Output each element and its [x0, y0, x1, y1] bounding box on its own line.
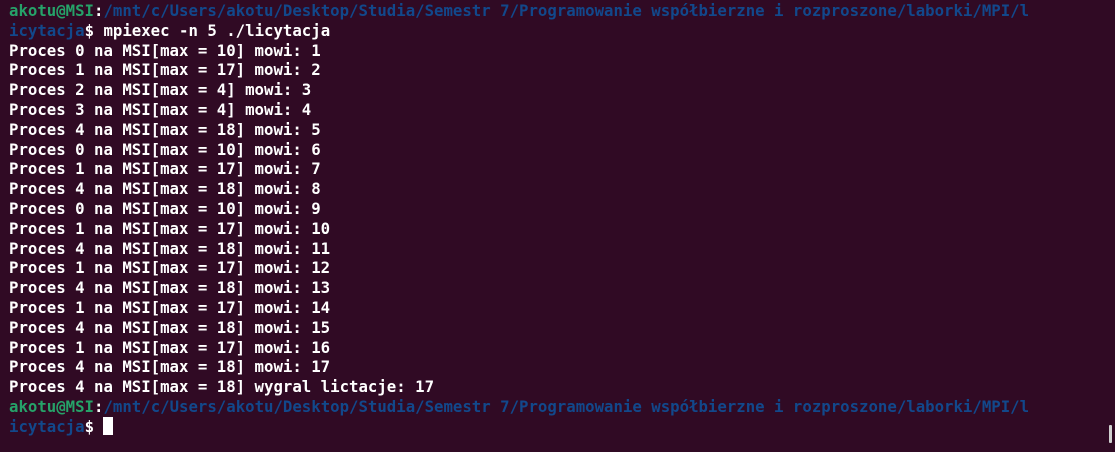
- output-line: Proces 1 na MSI[max = 17] mowi: 2: [9, 60, 321, 80]
- prompt-line-wrap: icytacja$: [9, 416, 1115, 437]
- terminal-window[interactable]: akotu@MSI:/mnt/c/Users/akotu/Desktop/Stu…: [0, 0, 1115, 452]
- prompt-line: akotu@MSI:/mnt/c/Users/akotu/Desktop/Stu…: [9, 1, 1115, 21]
- output-line: Proces 1 na MSI[max = 17] mowi: 10: [9, 218, 331, 238]
- prompt-user-host: akotu@MSI: [9, 1, 95, 20]
- command-input[interactable]: [94, 417, 103, 436]
- output-line-result: Proces 4 na MSI[max = 18] wygral lictacj…: [9, 377, 435, 397]
- prompt-symbol: $: [84, 20, 95, 40]
- command-text: mpiexec -n 5 ./licytacja: [94, 20, 331, 40]
- prompt-line: akotu@MSI:/mnt/c/Users/akotu/Desktop/Stu…: [9, 397, 1115, 417]
- prompt-path-continued: icytacja: [9, 20, 85, 40]
- output-line: Proces 1 na MSI[max = 17] mowi: 12: [9, 258, 331, 278]
- prompt-path: /mnt/c/Users/akotu/Desktop/Studia/Semest…: [103, 396, 1030, 416]
- output-line: Proces 4 na MSI[max = 18] mowi: 5: [9, 119, 321, 139]
- output-line: Proces 1 na MSI[max = 17] mowi: 7: [9, 159, 321, 179]
- output-block: Proces 0 na MSI[max = 10] mowi: 1 Proces…: [9, 41, 1115, 397]
- output-line: Proces 4 na MSI[max = 18] mowi: 13: [9, 278, 331, 298]
- prompt-symbol: $: [84, 416, 95, 436]
- output-line: Proces 2 na MSI[max = 4] mowi: 3: [9, 80, 312, 100]
- prompt-path: /mnt/c/Users/akotu/Desktop/Studia/Semest…: [103, 1, 1030, 20]
- output-line: Proces 0 na MSI[max = 10] mowi: 1: [9, 40, 321, 60]
- output-line: Proces 1 na MSI[max = 17] mowi: 16: [9, 337, 331, 357]
- prompt-path-continued: icytacja: [9, 416, 85, 436]
- output-line: Proces 0 na MSI[max = 10] mowi: 9: [9, 198, 321, 218]
- output-line: Proces 4 na MSI[max = 18] mowi: 11: [9, 238, 331, 258]
- prompt-user-host: akotu@MSI: [9, 396, 95, 416]
- output-line: Proces 4 na MSI[max = 18] mowi: 8: [9, 179, 321, 199]
- scrollbar-thumb[interactable]: [1109, 425, 1112, 443]
- output-line: Proces 3 na MSI[max = 4] mowi: 4: [9, 99, 312, 119]
- output-line: Proces 1 na MSI[max = 17] mowi: 14: [9, 297, 331, 317]
- output-line: Proces 0 na MSI[max = 10] mowi: 6: [9, 139, 321, 159]
- text-cursor: [103, 416, 114, 435]
- output-line: Proces 4 na MSI[max = 18] mowi: 17: [9, 357, 331, 377]
- output-line: Proces 4 na MSI[max = 18] mowi: 15: [9, 317, 331, 337]
- prompt-line-wrap: icytacja$ mpiexec -n 5 ./licytacja: [9, 21, 1115, 41]
